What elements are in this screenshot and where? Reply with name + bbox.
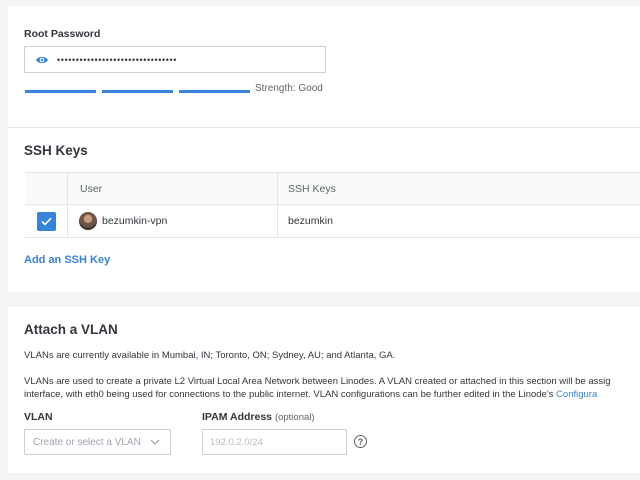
table-header: User SSH Keys <box>25 172 640 205</box>
vlan-title: Attach a VLAN <box>24 322 118 337</box>
strength-bar-1 <box>25 90 96 93</box>
vlan-description-text: interface, with eth0 being used for conn… <box>24 389 557 400</box>
avatar <box>79 212 97 230</box>
configuration-link[interactable]: Configura <box>556 389 597 400</box>
column-ssh-keys: SSH Keys <box>288 182 336 195</box>
check-icon <box>41 217 52 226</box>
access-panel: Root Password ••••••••••••••••••••••••••… <box>8 6 640 292</box>
add-ssh-key-link[interactable]: Add an SSH Key <box>24 254 110 266</box>
ssh-keys-table: User SSH Keys bezumkin-vpn bezumkin <box>25 172 640 238</box>
ssh-keys-title: SSH Keys <box>24 143 88 158</box>
strength-text: Strength: Good <box>255 83 323 94</box>
table-row[interactable]: bezumkin-vpn bezumkin <box>25 205 640 238</box>
password-value: •••••••••••••••••••••••••••••••• <box>57 54 178 65</box>
ipam-label: IPAM Address (optional) <box>202 411 315 423</box>
vlan-description-line1: VLANs are used to create a private L2 Vi… <box>24 376 611 387</box>
ipam-address-input[interactable]: 192.0.2.0/24 <box>202 429 347 455</box>
section-divider <box>8 127 640 128</box>
ipam-label-text: IPAM Address <box>202 411 273 423</box>
strength-bar-2 <box>102 90 173 93</box>
eye-icon[interactable] <box>35 55 49 65</box>
vlan-select[interactable]: Create or select a VLAN <box>24 429 171 455</box>
help-icon[interactable]: ? <box>354 435 367 448</box>
vlan-label: VLAN <box>24 411 53 423</box>
row-ssh-key: bezumkin <box>288 215 333 227</box>
column-user: User <box>80 182 103 195</box>
row-user: bezumkin-vpn <box>102 215 168 227</box>
root-password-field[interactable]: •••••••••••••••••••••••••••••••• <box>24 46 326 73</box>
vlan-description-line2: interface, with eth0 being used for conn… <box>24 388 597 402</box>
vlan-select-placeholder: Create or select a VLAN <box>33 436 141 448</box>
ssh-key-checkbox[interactable] <box>37 212 56 231</box>
root-password-label: Root Password <box>24 28 101 40</box>
vlan-availability-text: VLANs are currently available in Mumbai,… <box>24 350 396 361</box>
strength-bar-3 <box>179 90 250 93</box>
chevron-down-icon <box>150 439 160 445</box>
ipam-optional: (optional) <box>274 412 315 423</box>
vlan-panel: Attach a VLAN VLANs are currently availa… <box>8 307 640 473</box>
